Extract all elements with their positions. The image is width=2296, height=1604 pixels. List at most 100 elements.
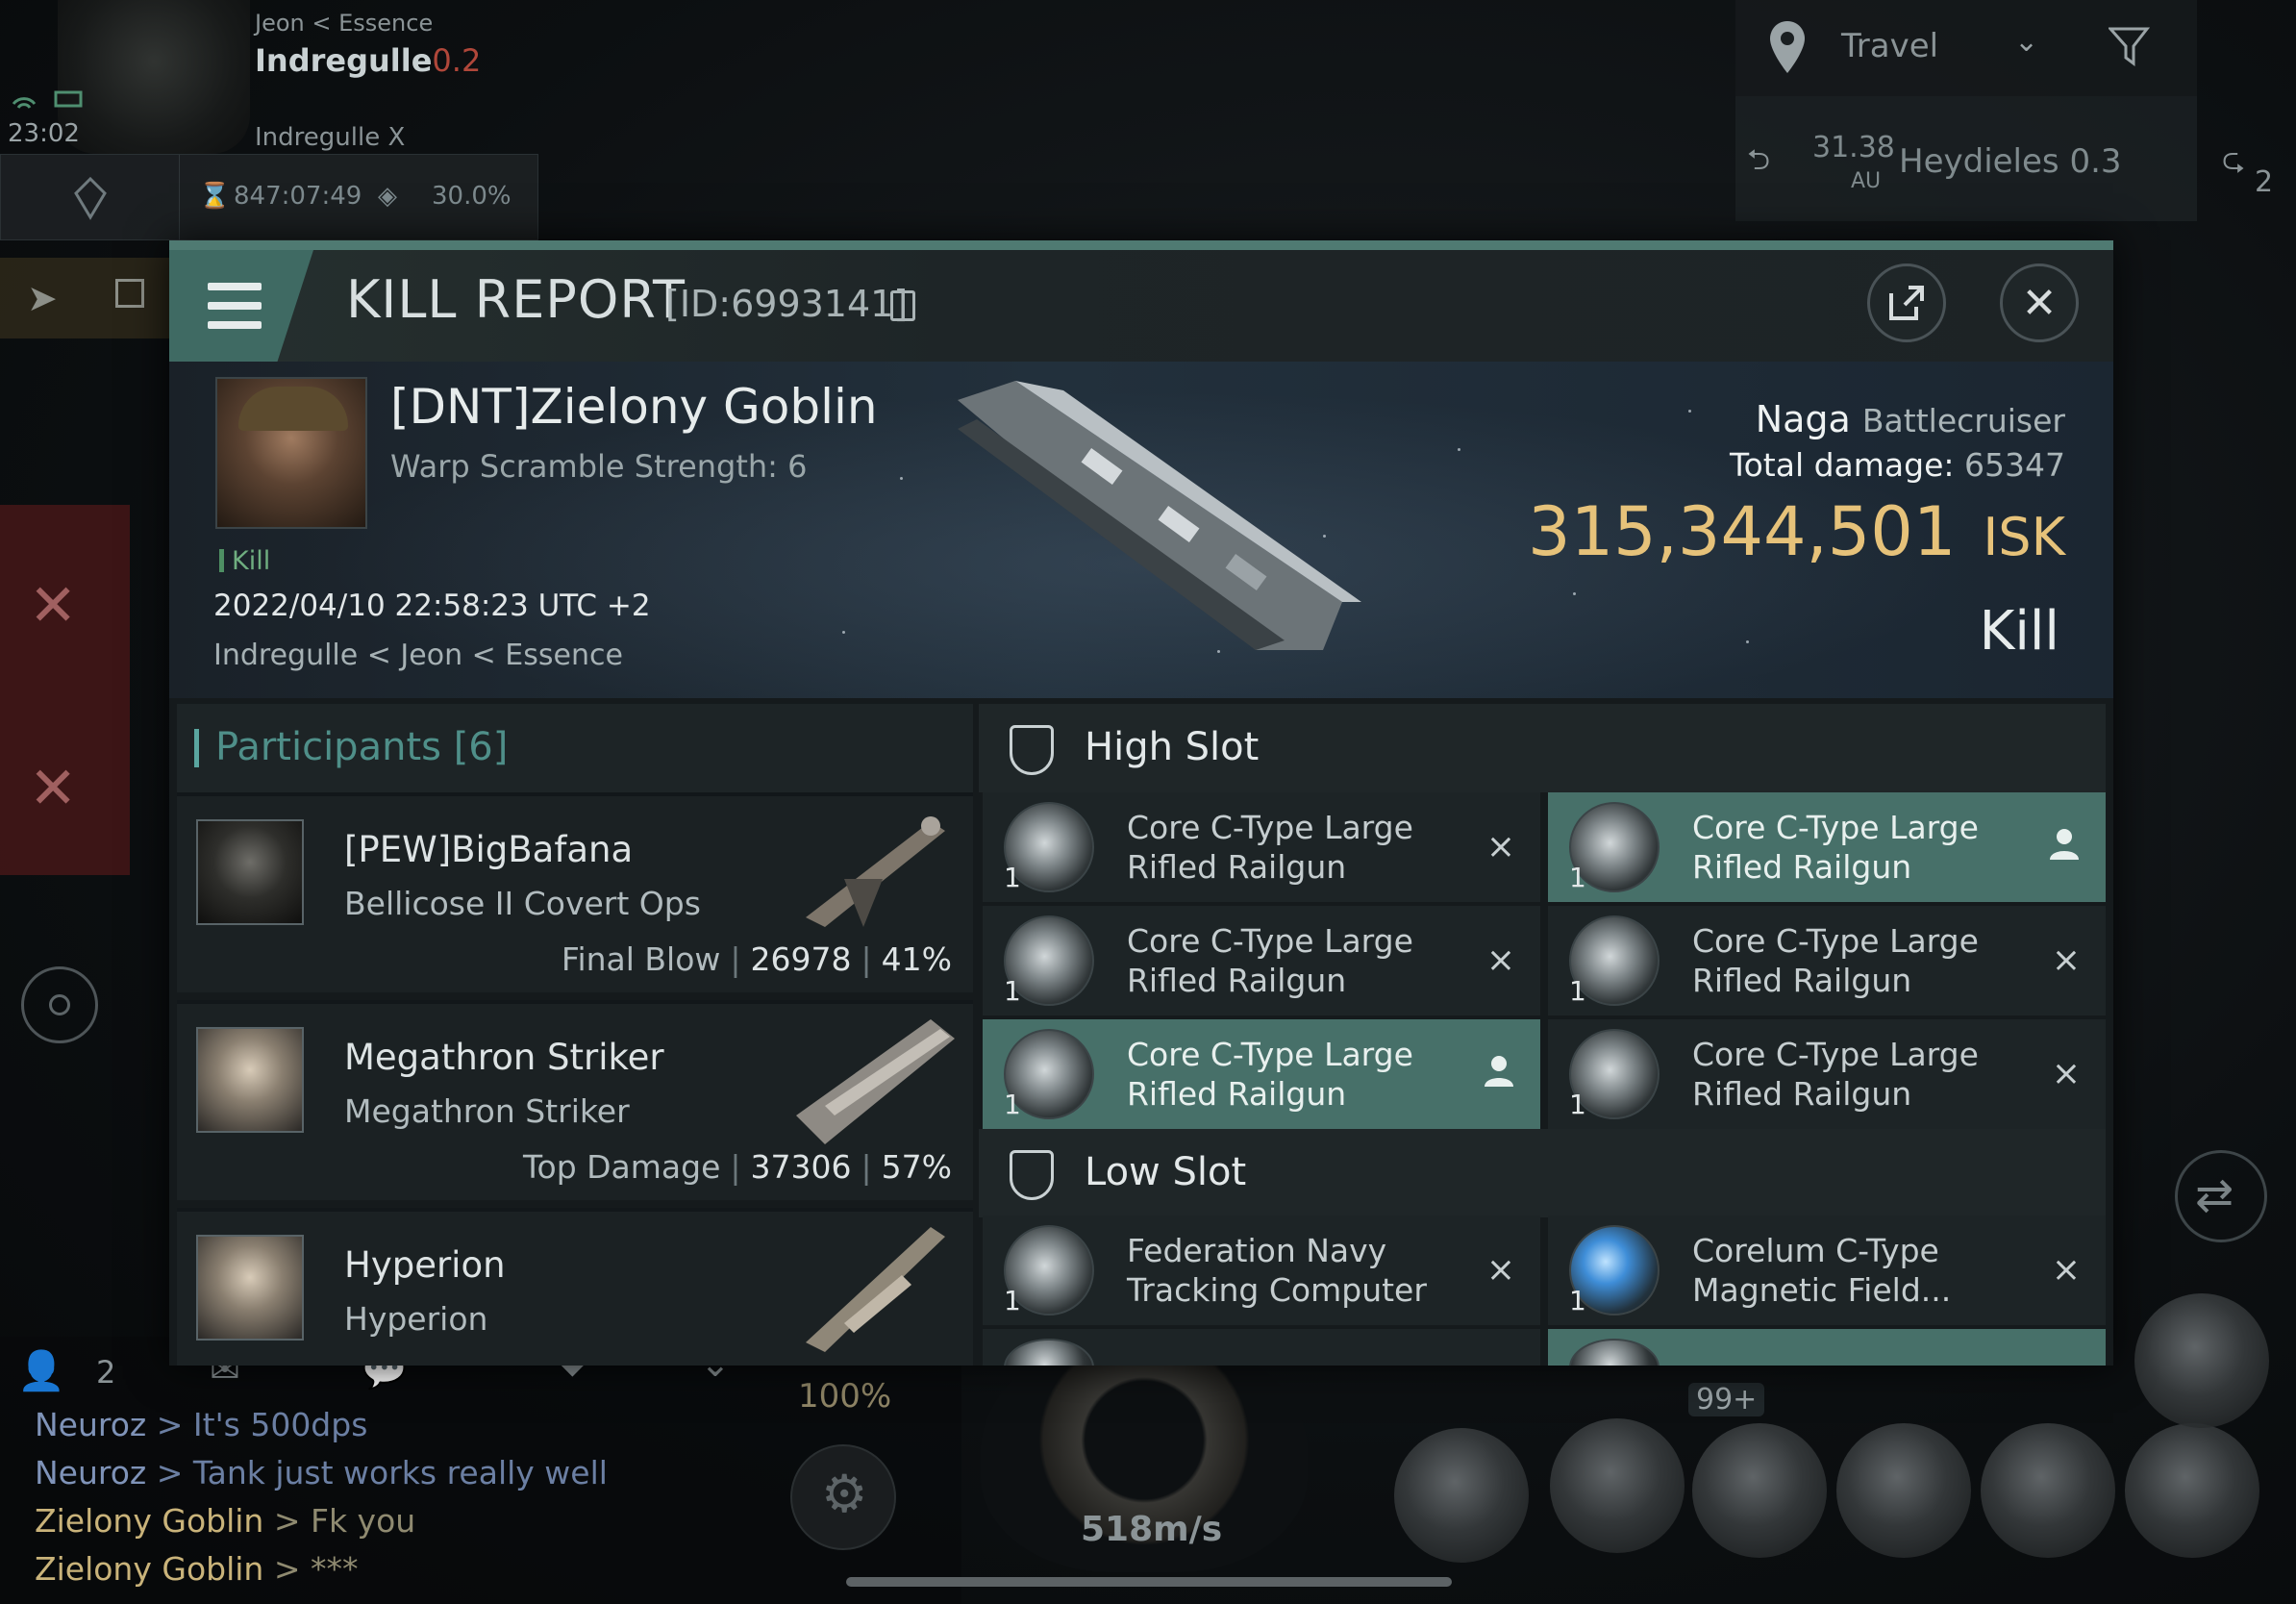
low-slot-icon [1010, 1150, 1054, 1200]
system-name[interactable]: Indregulle0.2 [255, 42, 481, 79]
module-afterburner-icon[interactable] [1394, 1428, 1529, 1563]
modal-title: KILL REPORT [346, 269, 686, 330]
stat-separator: | [730, 1148, 741, 1186]
low-slot-item[interactable]: 1 Federation Navy Tracking Computer × [983, 1216, 1540, 1325]
victim-name[interactable]: [DNT]Zielony Goblin [390, 379, 878, 435]
participant-ship: Bellicose II Covert Ops [344, 885, 701, 922]
swap-button[interactable]: ⇄ [2175, 1150, 2267, 1242]
hamburger-line [208, 283, 262, 290]
corp-emblem-icon [74, 176, 107, 220]
participant-portrait [196, 1027, 304, 1133]
local-users-icon[interactable]: 👤 [17, 1348, 65, 1393]
victim-portrait[interactable] [215, 377, 367, 529]
travel-label[interactable]: Travel [1841, 27, 1938, 65]
module-railgun-icon[interactable] [1836, 1423, 1971, 1558]
jump-icon[interactable]: ⮎ [2222, 138, 2245, 188]
high-slot-item[interactable]: 1 Core C-Type Large Rifled Railgun [983, 1019, 1540, 1129]
player-portrait[interactable] [58, 0, 250, 154]
route-distance: 31.38 [1812, 131, 1895, 164]
item-name: Core C-Type Large Rifled Railgun [1127, 1036, 1413, 1113]
stat-label: Top Damage [522, 1148, 721, 1186]
participant-stats: Final Blow | 26978 | 41% [562, 940, 952, 978]
high-slot-item[interactable]: 1 Core C-Type Large Rifled Railgun × [1548, 906, 2106, 1015]
participants-header: Participants [6] [177, 704, 973, 792]
item-quantity: 1 [1569, 862, 1586, 893]
kill-result: Kill [1979, 600, 2059, 663]
settings-button[interactable]: ⚙ [790, 1444, 896, 1550]
item-name: Core C-Type Large Rifled Railgun [1692, 809, 1979, 886]
high-slot-item[interactable]: 1 Core C-Type Large Rifled Railgun [1548, 792, 2106, 902]
participant-portrait [196, 819, 304, 925]
close-button[interactable]: ✕ [2000, 263, 2079, 342]
module-cannon-icon[interactable] [2134, 1293, 2269, 1428]
module-railgun-icon[interactable] [2125, 1423, 2259, 1558]
report-id: [ID:6993141] [665, 283, 909, 325]
stat-separator: | [861, 940, 872, 978]
item-name: Core C-Type Large Rifled Railgun [1127, 809, 1413, 886]
destroyed-icon: × [2051, 940, 2081, 980]
chevron-down-icon[interactable]: ⌄ [2014, 25, 2038, 59]
close-icon[interactable]: ✕ [29, 755, 77, 822]
destroyed-icon: × [1485, 827, 1515, 866]
warp-icon: ⮌ [1747, 143, 1771, 177]
chat-sender[interactable]: Neuroz [35, 1454, 146, 1491]
chat-sender[interactable]: Zielony Goblin [35, 1550, 263, 1588]
low-slot-header: Low Slot [979, 1129, 2106, 1217]
speed-value: 518m/s [1081, 1510, 1223, 1549]
stat-percent: 57% [881, 1148, 952, 1186]
navigate-icon[interactable]: ➤ [27, 277, 58, 319]
high-slot-item[interactable]: 1 Core C-Type Large Rifled Railgun × [1548, 1019, 2106, 1129]
module-tracking-icon[interactable] [1550, 1418, 1685, 1553]
module-railgun-icon[interactable] [1981, 1423, 2115, 1558]
module-drone-icon[interactable] [1692, 1423, 1827, 1558]
high-slot-item[interactable]: 1 Core C-Type Large Rifled Railgun × [983, 906, 1540, 1015]
stat-label: Final Blow [561, 940, 721, 978]
participant-name: Hyperion [344, 1244, 506, 1286]
ship-type[interactable]: Naga Battlecruiser [1756, 398, 2065, 440]
timer-cell: ⌛ 847:07:49 ◈ 30.0% [180, 155, 537, 241]
location-pin-icon [1770, 21, 1805, 73]
alliance-line: Jeon < Essence [255, 10, 434, 37]
kill-location[interactable]: Indregulle < Jeon < Essence [213, 639, 623, 672]
copy-icon[interactable] [890, 290, 915, 321]
cargo-icon: ◈ [378, 182, 397, 211]
person-icon [1485, 1056, 1513, 1087]
high-slot-item[interactable]: 1 Core C-Type Large Rifled Railgun × [983, 792, 1540, 902]
chat-message: Zielony Goblin > *** [35, 1550, 358, 1588]
target-icon[interactable] [21, 966, 98, 1043]
high-slot-header: High Slot [979, 704, 2106, 792]
corp-icon-cell[interactable] [1, 155, 180, 241]
chat-sender[interactable]: Neuroz [35, 1406, 146, 1443]
item-quantity: 1 [1569, 1089, 1586, 1120]
participant-stats: Top Damage | 37306 | 57% [523, 1148, 952, 1186]
module-badge: 99+ [1688, 1383, 1765, 1416]
capacitor-value: 100% [798, 1377, 892, 1416]
chat-message: Neuroz > Tank just works really well [35, 1454, 608, 1491]
participant-row[interactable]: [PEW]BigBafana Bellicose II Covert Ops F… [177, 792, 973, 992]
filter-icon[interactable] [2109, 25, 2155, 67]
stop-icon[interactable] [115, 279, 144, 308]
chat-text: > It's 500dps [146, 1406, 368, 1443]
victim-banner: [DNT]Zielony Goblin Warp Scramble Streng… [169, 362, 2113, 698]
low-slot-item[interactable] [1548, 1329, 2106, 1366]
low-slot-item[interactable] [983, 1329, 1540, 1366]
participant-row[interactable]: Megathron Striker Megathron Striker Top … [177, 1000, 973, 1200]
low-slot-item[interactable]: 1 Corelum C-Type Magnetic Field... × [1548, 1216, 2106, 1325]
route-panel[interactable]: ⮌ 31.38 AU Heydieles 0.3 ⮎ 2 [1735, 96, 2273, 221]
participant-ship: Hyperion [344, 1300, 488, 1338]
share-button[interactable] [1867, 263, 1946, 342]
system-name-text: Indregulle [255, 42, 433, 79]
destroyed-icon: × [2051, 1054, 2081, 1093]
hamburger-line [208, 321, 262, 329]
destroyed-icon: × [2051, 1250, 2081, 1290]
close-icon[interactable]: ✕ [29, 572, 77, 639]
ship-image[interactable] [938, 362, 1515, 698]
destroyed-icon: × [1485, 1250, 1515, 1290]
participant-ship: Megathron Striker [344, 1092, 630, 1130]
chat-sender[interactable]: Zielony Goblin [35, 1502, 263, 1540]
nav-buttons: ➤ [0, 258, 169, 338]
stat-separator: | [861, 1148, 872, 1186]
participant-row[interactable]: Hyperion Hyperion [177, 1208, 973, 1366]
stat-damage: 37306 [750, 1148, 852, 1186]
high-slot-label: High Slot [1085, 725, 1260, 769]
